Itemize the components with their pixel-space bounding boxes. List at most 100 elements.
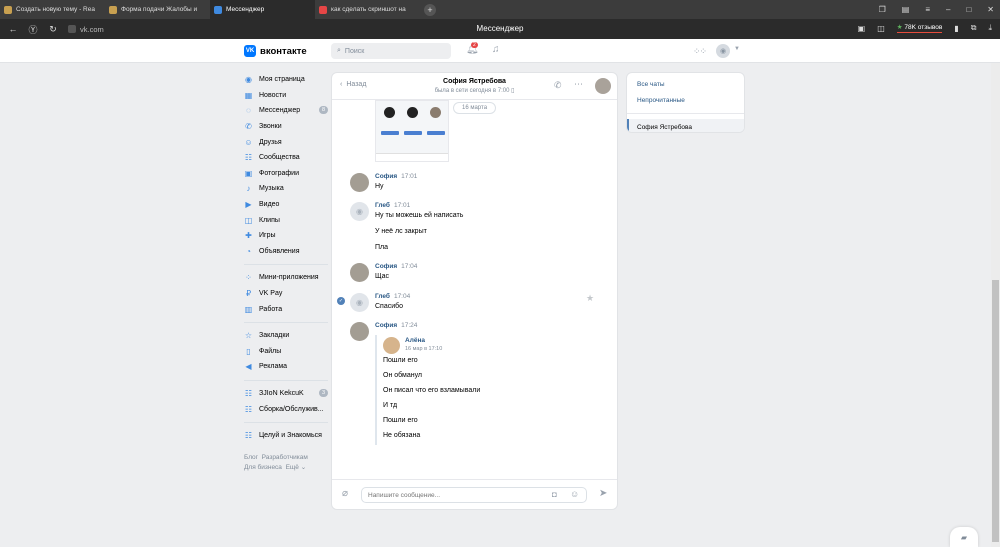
- apps-grid-icon[interactable]: ⁘⁘: [693, 46, 707, 57]
- message-author[interactable]: София 17:04: [375, 263, 417, 270]
- avatar[interactable]: ◉: [350, 293, 369, 312]
- close-icon[interactable]: ✕: [987, 5, 994, 14]
- message-author[interactable]: Глеб 17:04: [375, 293, 410, 300]
- protect-icon[interactable]: ◫: [877, 24, 885, 33]
- filter-unread[interactable]: Непрочитанные: [627, 92, 744, 108]
- message-time: 17:24: [401, 322, 418, 329]
- sidebar-item-bookmarks[interactable]: ☆ Закладки: [244, 328, 328, 344]
- filter-all-chats[interactable]: Все чаты: [627, 76, 744, 92]
- sidebar-item-ads[interactable]: ◔ Объявления: [244, 244, 328, 260]
- filter-current-chat[interactable]: София Ястребова: [627, 119, 744, 132]
- footer-link-developers[interactable]: Разработчикам: [262, 454, 308, 461]
- sidebar-item-label: Работа: [259, 305, 283, 313]
- sidebar-item-vk-pay[interactable]: ₽ VK Pay: [244, 286, 328, 302]
- ads-icon: ◔: [246, 246, 251, 256]
- sidebar-item-label: Друзья: [259, 138, 282, 146]
- sidebar-item-music[interactable]: ♪ Музыка: [244, 181, 328, 197]
- back-arrow-icon[interactable]: ←: [6, 24, 20, 34]
- profile-avatar[interactable]: ◉: [716, 44, 730, 58]
- browser-tab-2[interactable]: Форма подачи Жалобы и: [105, 0, 210, 19]
- sidebar-item-clips[interactable]: ◫ Клипы: [244, 212, 328, 228]
- search-input[interactable]: ⌕ Поиск: [331, 43, 451, 59]
- message-author[interactable]: София 17:24: [375, 322, 417, 329]
- browser-tab-3[interactable]: Мессенджер: [210, 0, 315, 19]
- footer-links: Блог Разработчикам Для бизнеса Ещё ⌄: [244, 453, 328, 473]
- chevron-down-icon[interactable]: ▼: [734, 46, 740, 52]
- sidebar-item-label: Моя страница: [259, 76, 305, 84]
- sidebar-item-messenger[interactable]: ◌ Мессенджер 8: [244, 103, 328, 119]
- message-author[interactable]: София 17:01: [375, 173, 417, 180]
- sidebar-item-advertising[interactable]: ◀ Реклама: [244, 359, 328, 375]
- message-time: 17:01: [401, 173, 418, 180]
- forwarded-messages[interactable]: Алёна 16 мар в 17:10 Пошли его Он обману…: [375, 335, 535, 445]
- avatar[interactable]: [350, 263, 369, 282]
- menu-icon[interactable]: ≡: [925, 5, 930, 14]
- footer-link-more[interactable]: Ещё: [286, 464, 299, 471]
- groups-icon: ☷: [244, 153, 253, 163]
- url-field[interactable]: vk.com: [68, 25, 104, 34]
- camera-icon[interactable]: ◘: [552, 490, 557, 499]
- more-options-icon[interactable]: ⋯: [574, 79, 583, 90]
- minimize-icon[interactable]: –: [946, 5, 950, 14]
- avatar[interactable]: ◉: [350, 202, 369, 221]
- selected-check-icon[interactable]: ✓: [337, 297, 345, 305]
- bookmark-flag-icon[interactable]: ▮: [954, 24, 958, 33]
- notifications-bell-icon[interactable]: 🔔︎ 2: [466, 42, 479, 55]
- sidebar-item-label: Файлы: [259, 347, 282, 355]
- reader-icon[interactable]: ▣: [858, 24, 866, 33]
- extensions-icon[interactable]: ⧉: [971, 23, 977, 33]
- browser-tab-4[interactable]: как сделать скриншот на: [315, 0, 420, 19]
- sidebar-item-files[interactable]: ▯ Файлы: [244, 344, 328, 360]
- sidebar-item-video[interactable]: ▶ Видео: [244, 197, 328, 213]
- sidebar-item-friends[interactable]: ☺ Друзья: [244, 134, 328, 150]
- sidebar-item-my-page[interactable]: ◉ Моя страница: [244, 72, 328, 88]
- chat-bubble-icon[interactable]: ▰: [950, 527, 978, 547]
- sidebar-item-work[interactable]: ▥ Работа: [244, 301, 328, 317]
- footer-link-blog[interactable]: Блог: [244, 454, 258, 461]
- scrollbar-thumb[interactable]: [992, 280, 999, 542]
- download-icon[interactable]: ⤓: [988, 23, 992, 33]
- forwarded-avatar[interactable]: [383, 337, 400, 354]
- avatar[interactable]: [350, 322, 369, 341]
- sidebar-item-group-3[interactable]: ☷ Целуй и Знакомься: [244, 428, 328, 444]
- attach-icon[interactable]: ⌀: [342, 488, 348, 499]
- sidebar-item-news[interactable]: ▦ Новости: [244, 88, 328, 104]
- message-author[interactable]: Глеб 17:01: [375, 202, 410, 209]
- music-note-icon[interactable]: ♫: [492, 44, 500, 55]
- new-tab-button[interactable]: +: [424, 3, 436, 16]
- yandex-icon[interactable]: Ⓨ: [26, 23, 40, 36]
- avatar[interactable]: [350, 173, 369, 192]
- video-icon: ▶: [245, 200, 252, 210]
- call-icon[interactable]: ✆: [554, 80, 562, 91]
- chat-avatar[interactable]: [595, 78, 611, 94]
- sidebar-item-label: Мессенджер: [259, 107, 301, 115]
- star-icon: ★: [896, 24, 903, 31]
- message-text: У неё лс закрыт: [375, 228, 427, 235]
- sidebar-item-games[interactable]: ✚ Игры: [244, 228, 328, 244]
- sidebar-item-group-1[interactable]: ☷ ЗJIoN KekcuK 3: [244, 386, 328, 402]
- forwarded-date: 16 мар в 17:10: [405, 346, 443, 352]
- sidebar-item-group-2[interactable]: ☷ Сборка/Обслужив...: [244, 401, 328, 417]
- clips-icon: ◫: [244, 215, 253, 225]
- group-icon: ☷: [244, 431, 253, 441]
- vk-logo[interactable]: VK вконтакте: [244, 45, 307, 57]
- sidebar-item-mini-apps[interactable]: ⁘ Мини-приложения: [244, 270, 328, 286]
- downloads-icon[interactable]: ▤: [902, 5, 910, 14]
- image-attachment[interactable]: [375, 100, 449, 162]
- send-icon[interactable]: ➤: [599, 488, 607, 499]
- emoji-icon[interactable]: ☺: [570, 489, 579, 499]
- maximize-icon[interactable]: □: [966, 5, 971, 14]
- shot-avatar: [384, 107, 395, 118]
- sidebar-item-calls[interactable]: ✆ Звонки: [244, 119, 328, 135]
- sidebar-item-photos[interactable]: ▣ Фотографии: [244, 166, 328, 182]
- browser-tab-1[interactable]: Создать новую тему - Rea: [0, 0, 105, 19]
- reload-icon[interactable]: ↻: [46, 24, 60, 35]
- star-icon[interactable]: ★: [586, 293, 594, 304]
- forwarded-author[interactable]: Алёна: [405, 337, 425, 344]
- reviews-badge[interactable]: ★ 78K отзывов: [896, 23, 943, 33]
- sidebar-item-groups[interactable]: ☷ Сообщества: [244, 150, 328, 166]
- tabs-icon[interactable]: ❐: [879, 5, 886, 14]
- sidebar-item-label: Фотографии: [259, 169, 300, 177]
- forwarded-text: Пошли его: [383, 357, 418, 364]
- footer-link-business[interactable]: Для бизнеса: [244, 464, 282, 471]
